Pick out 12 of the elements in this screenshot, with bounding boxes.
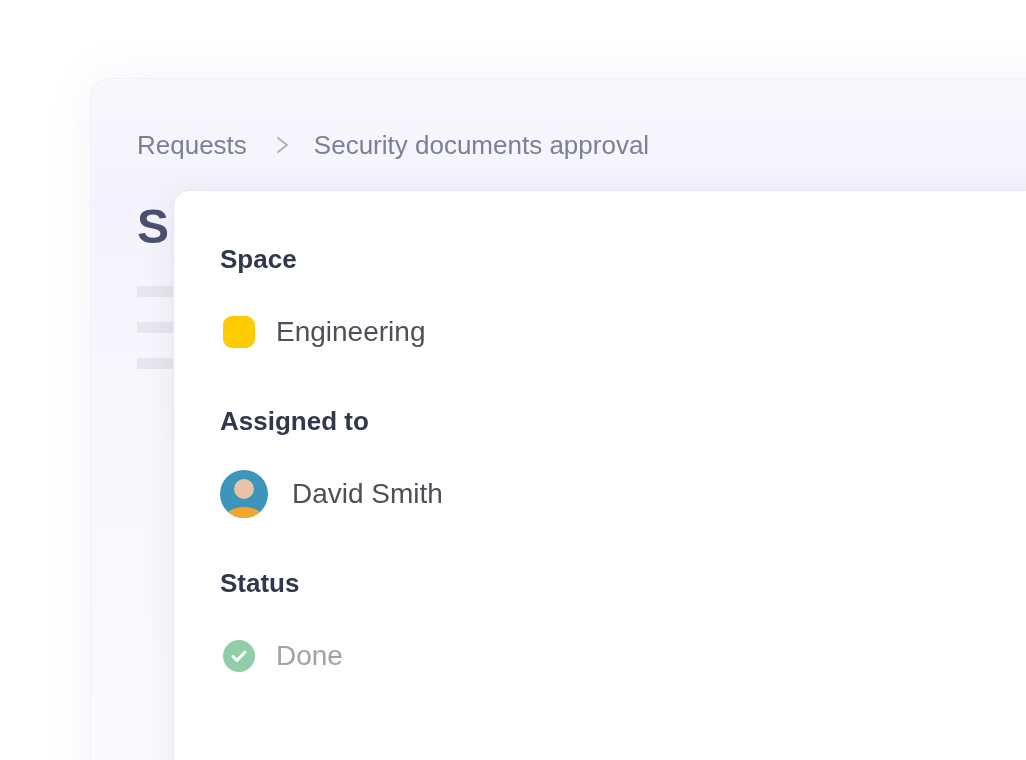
avatar-silhouette-icon [220,470,268,518]
chevron-right-icon [275,136,289,154]
field-label: Status [220,567,300,599]
field-value: Engineering [276,315,426,349]
page-title: S [137,199,170,255]
breadcrumb-current: Security documents approval [313,129,650,161]
assignee-name: David Smith [292,477,443,511]
check-circle-icon [223,640,255,672]
field-label: Space [220,243,297,275]
field-label: Assigned to [220,405,369,437]
field-value: Done [276,639,343,673]
breadcrumb-link[interactable]: Requests [137,129,247,161]
